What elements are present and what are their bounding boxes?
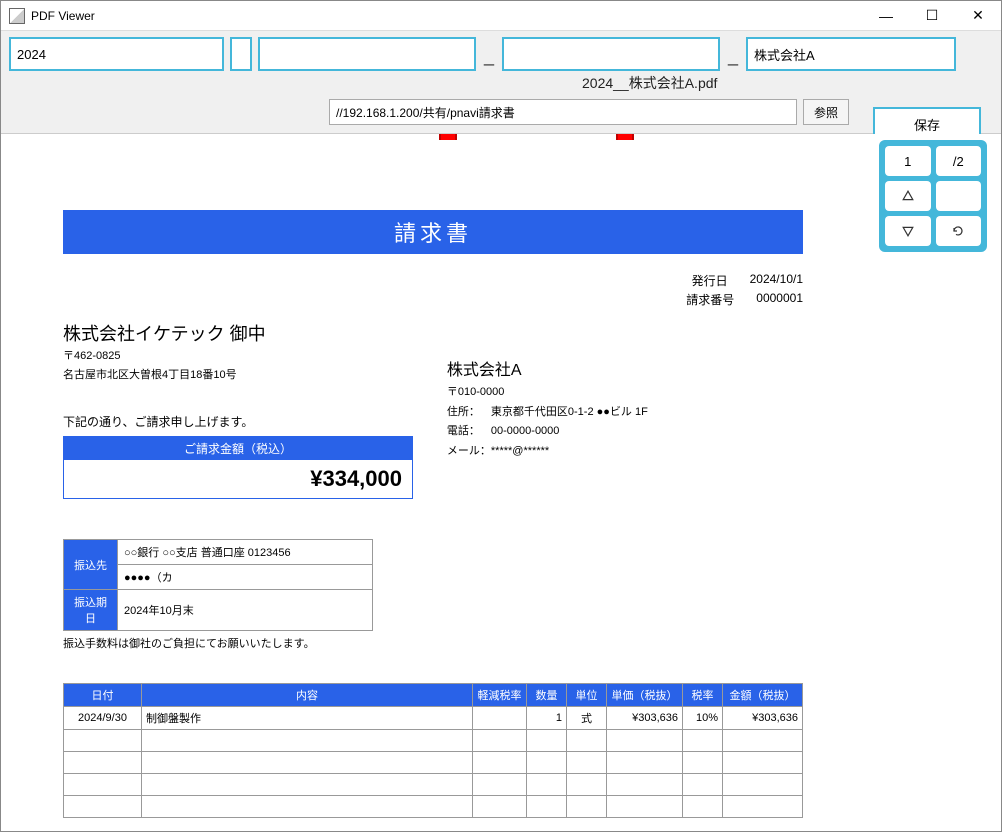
invoice-title: 請求書 xyxy=(63,210,803,254)
table-row xyxy=(64,796,803,818)
sender-address: 東京都千代田区0-1-2 ●●ビル 1F xyxy=(491,406,648,418)
filename-part5-input[interactable] xyxy=(746,37,956,71)
items-table: 日付 内容 軽減税率 数量 単位 単価（税抜） 税率 金額（税抜） 2024/9… xyxy=(63,683,803,818)
total-pages: /2 xyxy=(936,146,982,176)
addr-label: 住所： xyxy=(447,404,491,422)
nav-spacer xyxy=(936,181,982,211)
recipient-name: 株式会社イケテック 御中 xyxy=(63,320,437,346)
next-page-button[interactable] xyxy=(885,216,931,246)
table-row xyxy=(64,752,803,774)
col-amt: 金額（税抜） xyxy=(723,684,803,707)
filename-part2-input[interactable] xyxy=(230,37,252,71)
table-row: 2024/9/30制御盤製作1式¥303,63610%¥303,636 xyxy=(64,707,803,730)
col-unit: 単位 xyxy=(567,684,607,707)
window-title: PDF Viewer xyxy=(31,9,863,23)
col-price: 単価（税抜） xyxy=(607,684,683,707)
sender-postal: 〒010-0000 xyxy=(447,384,803,402)
amount-heading: ご請求金額（税込） xyxy=(64,437,412,460)
intro-text: 下記の通り、ご請求申し上げます。 xyxy=(63,413,437,430)
issue-date: 2024/10/1 xyxy=(750,272,803,289)
bank-line1: ○○銀行 ○○支店 普通口座 0123456 xyxy=(118,540,373,565)
filename-part1-input[interactable] xyxy=(9,37,224,71)
sender-tel: 00-0000-0000 xyxy=(491,425,560,437)
mail-label: メール： xyxy=(447,443,491,461)
col-redu: 軽減税率 xyxy=(473,684,527,707)
browse-button[interactable]: 参照 xyxy=(803,99,849,125)
total-amount: ¥334,000 xyxy=(64,460,412,498)
bank-head: 振込先 xyxy=(64,540,118,590)
filename-part3-input[interactable] xyxy=(258,37,476,71)
table-row xyxy=(64,730,803,752)
triangle-up-icon xyxy=(902,190,914,202)
refresh-button[interactable] xyxy=(936,216,982,246)
minimize-button[interactable]: — xyxy=(863,1,909,31)
maximize-button[interactable]: ☐ xyxy=(909,1,955,31)
titlebar: PDF Viewer — ☐ ✕ xyxy=(1,1,1001,31)
pdf-page: 請求書 発行日 2024/10/1 請求番号 0000001 株式会社イケテック… xyxy=(13,140,853,831)
recipient-postal: 〒462-0825 xyxy=(63,348,437,365)
tel-label: 電話： xyxy=(447,423,491,441)
sender-mail: *****@****** xyxy=(491,445,549,457)
bank-line2: ●●●●（カ xyxy=(118,565,373,590)
col-desc: 内容 xyxy=(142,684,473,707)
deadline: 2024年10月末 xyxy=(118,590,373,631)
close-button[interactable]: ✕ xyxy=(955,1,1001,31)
col-date: 日付 xyxy=(64,684,142,707)
fee-note: 振込手数料は御社のご負担にてお願いいたします。 xyxy=(63,635,803,651)
prev-page-button[interactable] xyxy=(885,181,931,211)
invoice-number-label: 請求番号 xyxy=(686,291,734,308)
save-path-input[interactable] xyxy=(329,99,797,125)
separator: _ xyxy=(726,46,740,71)
app-icon xyxy=(9,8,25,24)
col-rate: 税率 xyxy=(683,684,723,707)
recipient-address: 名古屋市北区大曽根4丁目18番10号 xyxy=(63,367,437,384)
table-row xyxy=(64,774,803,796)
generated-filename: 2024__株式会社A.pdf xyxy=(582,73,717,93)
page-navigator: 1 /2 xyxy=(879,140,987,252)
issue-date-label: 発行日 xyxy=(692,272,728,289)
toolbar: _ _ 2024__株式会社A.pdf 参照 xyxy=(1,31,1001,134)
triangle-down-icon xyxy=(902,225,914,237)
col-qty: 数量 xyxy=(527,684,567,707)
separator: _ xyxy=(482,46,496,71)
refresh-icon xyxy=(952,225,964,237)
sender-name: 株式会社A xyxy=(447,356,803,380)
filename-part4-input[interactable] xyxy=(502,37,720,71)
current-page: 1 xyxy=(885,146,931,176)
deadline-head: 振込期日 xyxy=(64,590,118,631)
bank-table: 振込先 ○○銀行 ○○支店 普通口座 0123456 ●●●●（カ 振込期日 2… xyxy=(63,539,373,631)
invoice-number: 0000001 xyxy=(756,291,803,308)
